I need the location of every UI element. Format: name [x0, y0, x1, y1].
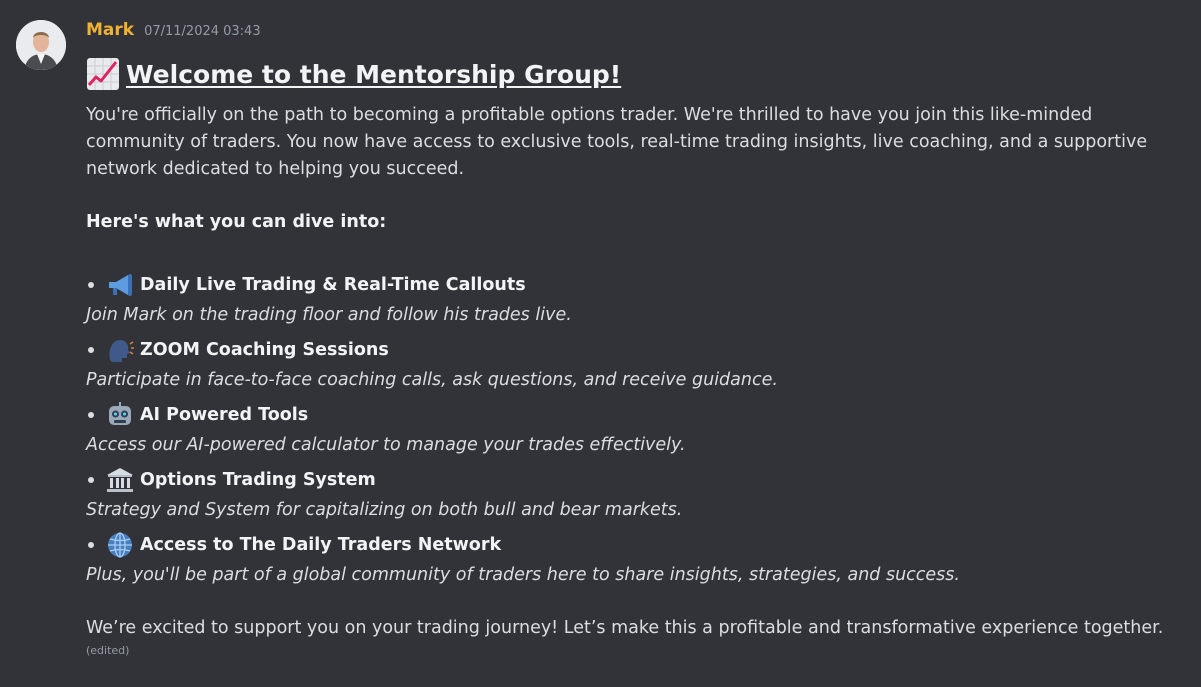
- avatar-image: [16, 20, 66, 70]
- message-header: Mark 07/11/2024 03:43: [86, 20, 1186, 44]
- feature-list: Daily Live Trading & Real-Time Callouts …: [86, 270, 1186, 595]
- list-item-title: Access to The Daily Traders Network: [86, 530, 1186, 560]
- list-item-title: ZOOM Coaching Sessions: [86, 335, 1186, 365]
- item-title-text: Options Trading System: [140, 470, 376, 490]
- bullet: [88, 282, 94, 288]
- bullet: [88, 347, 94, 353]
- list-item-description: Access our AI-powered calculator to mana…: [86, 435, 686, 455]
- chat-message: Mark 07/11/2024 03:43 Welcome to the Men…: [0, 0, 1201, 687]
- globe-icon: [106, 531, 134, 559]
- speaking-head-icon: [106, 336, 134, 364]
- section-heading: Here's what you can dive into:: [86, 212, 387, 232]
- list-item-description: Strategy and System for capitalizing on …: [86, 500, 683, 520]
- closing-paragraph: We’re excited to support you on your tra…: [86, 618, 1164, 638]
- item-title-text: Daily Live Trading & Real-Time Callouts: [140, 275, 526, 295]
- username[interactable]: Mark: [86, 20, 134, 40]
- list-item-description: Participate in face-to-face coaching cal…: [86, 370, 778, 390]
- bullet: [88, 542, 94, 548]
- item-title-text: ZOOM Coaching Sessions: [140, 340, 389, 360]
- list-item-title: Options Trading System: [86, 465, 1186, 495]
- robot-icon: [106, 401, 134, 429]
- classical-building-icon: [106, 466, 134, 494]
- bullet: [88, 477, 94, 483]
- list-item-title: Daily Live Trading & Real-Time Callouts: [86, 270, 1186, 300]
- list-item-description: Join Mark on the trading floor and follo…: [86, 305, 572, 325]
- megaphone-icon: [106, 271, 134, 299]
- timestamp[interactable]: 07/11/2024 03:43: [144, 24, 261, 39]
- title-text: Welcome to the Mentorship Group!: [126, 59, 622, 89]
- bullet: [88, 412, 94, 418]
- message-content: Mark 07/11/2024 03:43 Welcome to the Men…: [86, 20, 1186, 657]
- avatar[interactable]: [16, 20, 66, 70]
- edited-label: (edited): [86, 644, 130, 657]
- list-item-title: AI Powered Tools: [86, 400, 1186, 430]
- chart-increasing-icon: [86, 57, 120, 91]
- message-title: Welcome to the Mentorship Group!: [86, 56, 1186, 92]
- list-item-description: Plus, you'll be part of a global communi…: [86, 565, 960, 585]
- item-title-text: AI Powered Tools: [140, 405, 309, 425]
- item-title-text: Access to The Daily Traders Network: [140, 535, 502, 555]
- intro-paragraph: You're officially on the path to becomin…: [86, 105, 1148, 179]
